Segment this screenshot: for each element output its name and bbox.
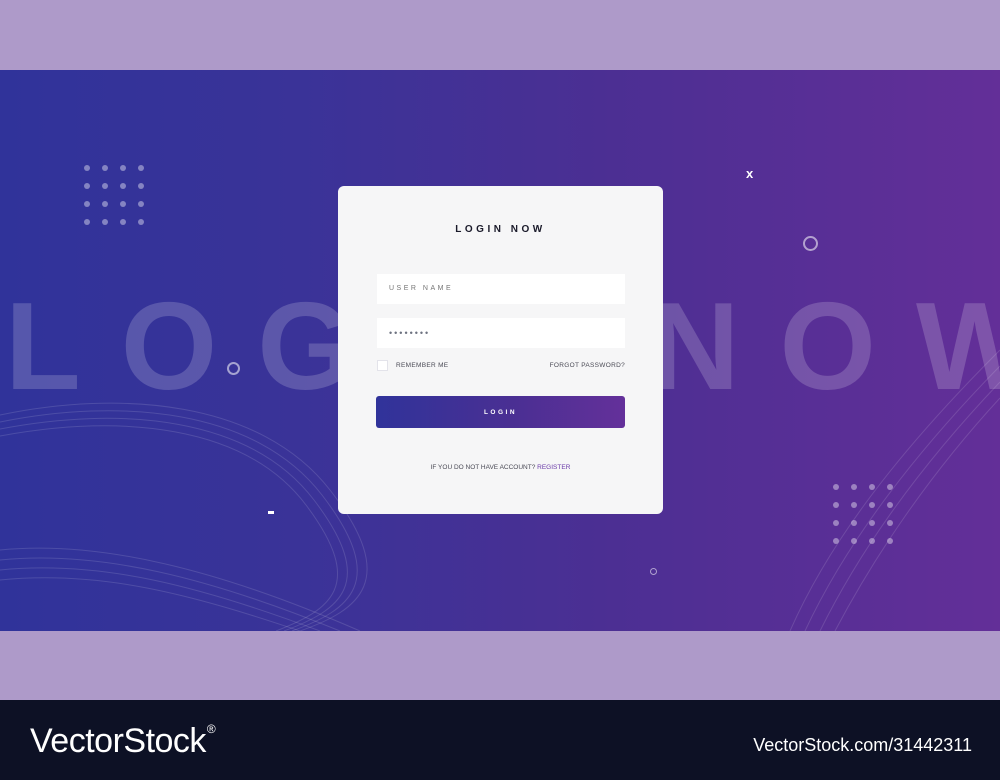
ring-decoration [803, 236, 818, 251]
username-input[interactable] [377, 274, 625, 304]
dot-grid-decoration [833, 484, 893, 544]
brand-name: VectorStock [30, 722, 206, 760]
register-prompt: IF YOU DO NOT HAVE ACCOUNT? [430, 464, 536, 471]
register-link[interactable]: REGISTER [537, 464, 570, 471]
stock-id: VectorStock.com/31442311 [753, 735, 972, 755]
registered-mark: ® [206, 722, 216, 736]
footer: VectorStock® VectorStock.com/31442311 [0, 700, 1000, 780]
ring-decoration [227, 362, 240, 375]
watermark-word-right: NOW [650, 292, 1000, 402]
watermark-word-left: LOG [5, 292, 394, 402]
brand-logo: VectorStock® [30, 722, 216, 761]
login-title: LOGIN NOW [455, 224, 546, 235]
forgot-password-link[interactable]: FORGOT PASSWORD? [550, 362, 625, 369]
top-band [0, 0, 1000, 70]
ring-decoration [650, 568, 657, 575]
password-input[interactable]: •••••••• [377, 318, 625, 348]
remember-me-label: REMEMBER ME [396, 362, 449, 369]
login-button[interactable]: LOGIN [376, 396, 625, 428]
x-mark-decoration: x [746, 166, 754, 181]
remember-me[interactable]: REMEMBER ME [377, 360, 448, 371]
bottom-band [0, 631, 1000, 700]
dot-grid-decoration [84, 165, 144, 225]
remember-me-checkbox[interactable] [377, 360, 388, 371]
dash-decoration [268, 511, 274, 514]
login-card: LOGIN NOW •••••••• REMEMBER ME FORGOT PA… [338, 186, 663, 514]
register-row: IF YOU DO NOT HAVE ACCOUNT? REGISTER [338, 464, 663, 471]
